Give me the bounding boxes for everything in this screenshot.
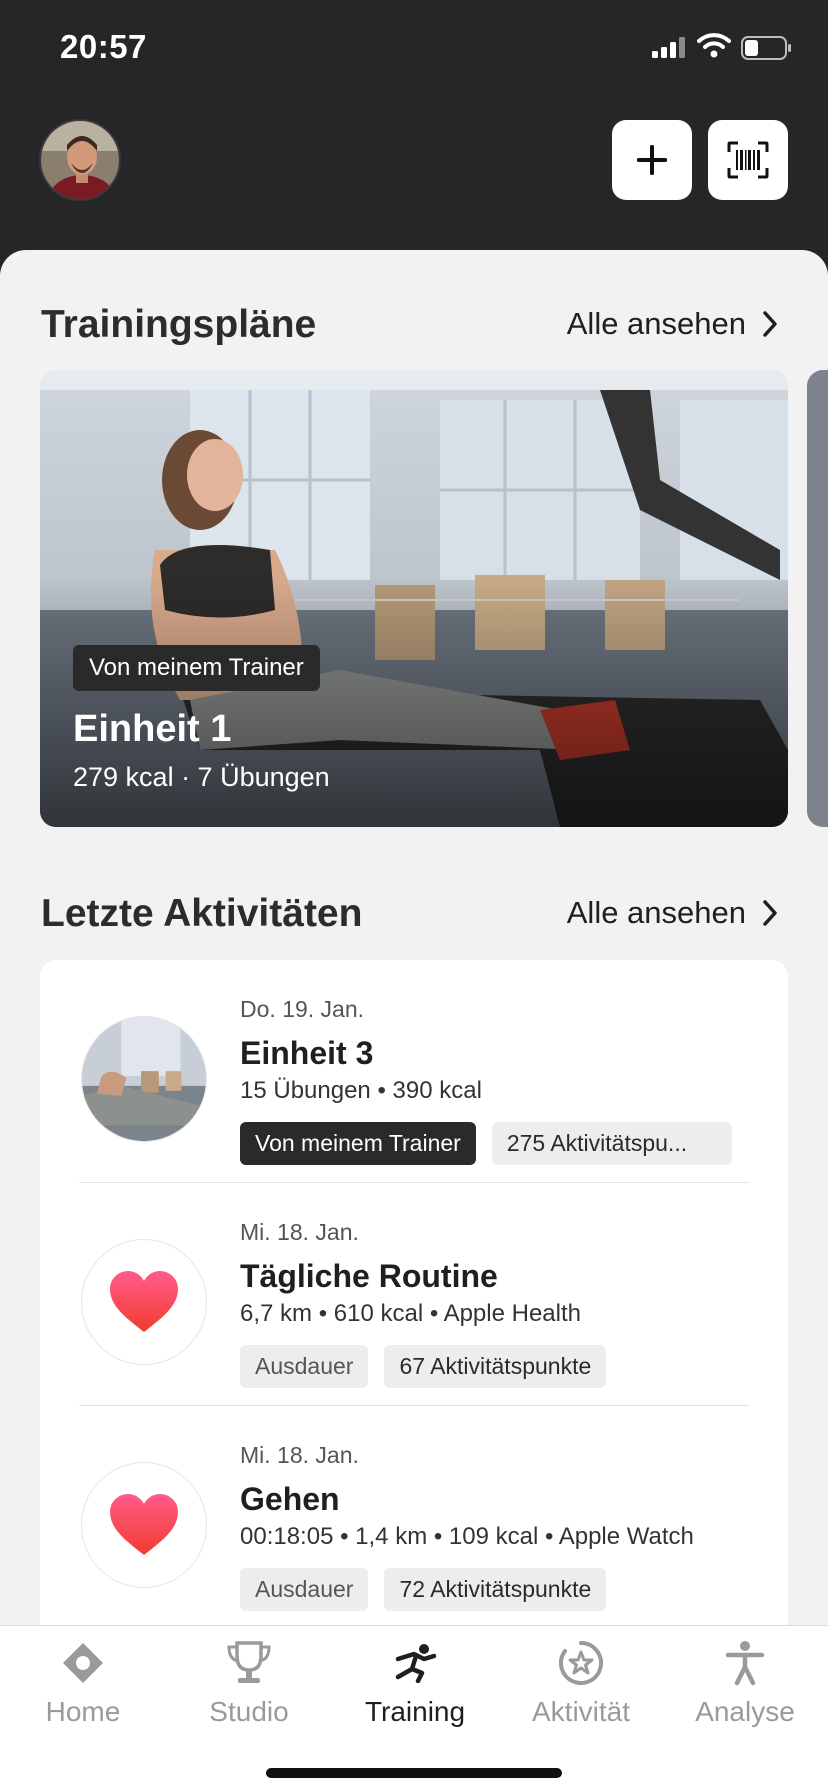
activity-tags: Ausdauer 67 Aktivitätspunkte (240, 1345, 607, 1388)
category-tag: Ausdauer (240, 1345, 369, 1388)
tab-label: Studio (209, 1696, 289, 1727)
training-icon (395, 1644, 437, 1683)
chevron-right-icon (763, 311, 777, 337)
activity-tags: Ausdauer 72 Aktivitätspunkte (240, 1568, 607, 1611)
tab-label: Aktivität (531, 1696, 631, 1727)
heart-icon (110, 1494, 178, 1555)
tab-analyse[interactable]: Analyse (662, 1638, 828, 1728)
tab-home[interactable]: Home (0, 1638, 166, 1728)
activity-meta: 00:18:05 • 1,4 km • 109 kcal • Apple Wat… (240, 1523, 694, 1550)
activity-item[interactable]: Mi. 18. Jan. Tägliche Routine 6,7 km • 6… (40, 1183, 788, 1406)
workout-photo-thumbnail (81, 1016, 207, 1142)
activity-title: Einheit 3 (240, 1035, 374, 1071)
see-all-label: Alle ansehen (566, 306, 746, 341)
plus-icon (637, 145, 667, 175)
barcode-icon (727, 141, 769, 179)
activity-thumbnail (81, 1239, 207, 1365)
tab-training[interactable]: Training (332, 1638, 498, 1728)
tab-bar: Home Studio Training Aktivität Analyse (0, 1625, 828, 1792)
activity-meta: 15 Übungen • 390 kcal (240, 1077, 482, 1104)
home-indicator (266, 1768, 562, 1778)
activities-list: Do. 19. Jan. Einheit 3 15 Übungen • 390 … (40, 960, 788, 1625)
tab-label: Training (364, 1696, 466, 1727)
wifi-icon (697, 33, 731, 58)
status-bar: 20:57 (0, 0, 828, 100)
activities-section-title: Letzte Aktivitäten (41, 892, 363, 935)
activity-thumbnail (81, 1462, 207, 1588)
activity-item[interactable]: Do. 19. Jan. Einheit 3 15 Übungen • 390 … (40, 960, 788, 1183)
points-tag: 72 Aktivitätspunkte (384, 1568, 607, 1611)
battery-icon (741, 36, 791, 60)
trainer-tag: Von meinem Trainer (240, 1122, 476, 1165)
barcode-scan-button[interactable] (708, 120, 788, 200)
profile-avatar[interactable] (39, 119, 121, 201)
next-plan-card-peek[interactable] (807, 370, 828, 827)
activity-date: Mi. 18. Jan. (240, 1219, 359, 1245)
plan-meta: 279 kcal · 7 Übungen (73, 762, 330, 792)
person-icon (725, 1641, 765, 1686)
tab-label: Analyse (695, 1696, 795, 1727)
main-content: Trainingspläne Alle ansehen Von meinem T… (0, 250, 828, 1625)
add-button[interactable] (612, 120, 692, 200)
activity-date: Mi. 18. Jan. (240, 1442, 359, 1468)
points-tag: 67 Aktivitätspunkte (384, 1345, 607, 1388)
plan-title: Einheit 1 (73, 708, 232, 750)
tab-studio[interactable]: Studio (166, 1638, 332, 1728)
activity-title: Gehen (240, 1481, 340, 1517)
cellular-signal-icon (652, 37, 685, 58)
tab-label: Home (45, 1696, 121, 1727)
activity-tags: Von meinem Trainer 275 Aktivitätspu... (240, 1122, 732, 1165)
activities-see-all-link[interactable]: Alle ansehen (567, 895, 778, 931)
see-all-label: Alle ansehen (566, 895, 746, 930)
tab-aktivitaet[interactable]: Aktivität (498, 1638, 664, 1728)
trophy-icon (227, 1641, 271, 1683)
plan-card-image (40, 370, 788, 827)
activity-item[interactable]: Mi. 18. Jan. Gehen 00:18:05 • 1,4 km • 1… (40, 1406, 788, 1625)
points-tag: 275 Aktivitätspu... (491, 1122, 732, 1165)
activity-star-icon (559, 1641, 603, 1685)
training-plan-card[interactable]: Von meinem Trainer Einheit 1 279 kcal · … (40, 370, 788, 827)
plans-section-title: Trainingspläne (41, 303, 317, 346)
plans-see-all-link[interactable]: Alle ansehen (567, 306, 778, 342)
status-time: 20:57 (60, 28, 147, 65)
heart-icon (110, 1271, 178, 1332)
activity-meta: 6,7 km • 610 kcal • Apple Health (240, 1300, 581, 1327)
trainer-badge: Von meinem Trainer (73, 645, 320, 691)
category-tag: Ausdauer (240, 1568, 369, 1611)
home-icon (63, 1643, 103, 1683)
activity-date: Do. 19. Jan. (240, 996, 365, 1022)
activity-title: Tägliche Routine (240, 1258, 498, 1294)
chevron-right-icon (763, 900, 777, 926)
